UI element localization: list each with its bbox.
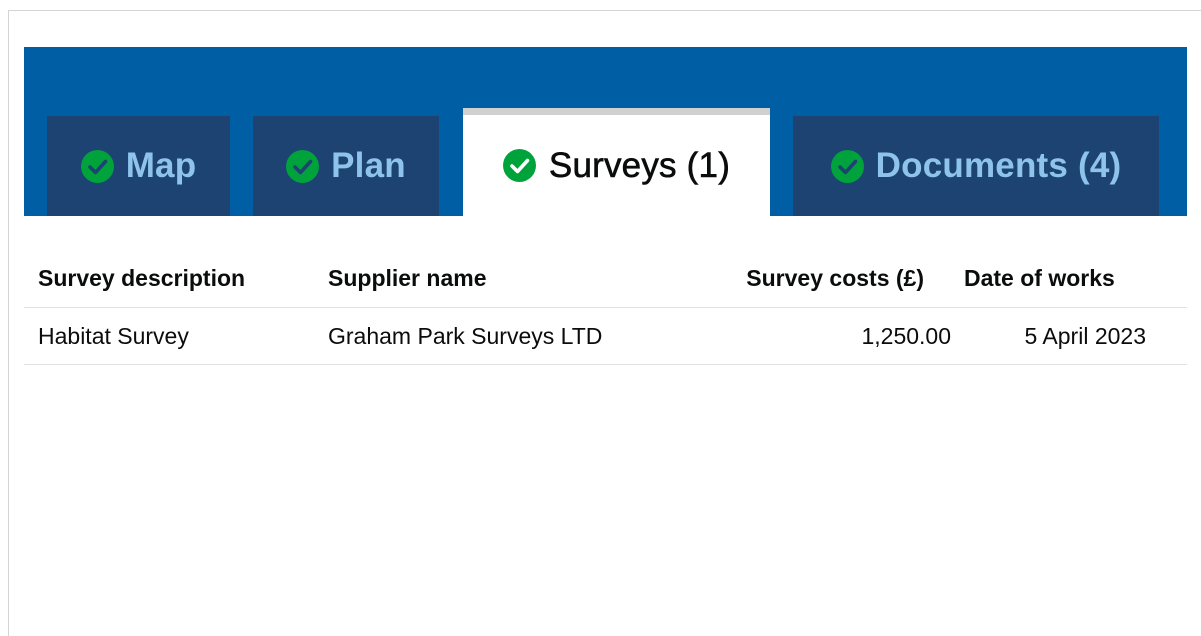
tab-label: Plan xyxy=(331,146,406,185)
tab-bar: Map Plan Surveys (1) Documents (4) xyxy=(24,47,1187,216)
tab-surveys[interactable]: Surveys (1) xyxy=(463,108,770,216)
tab-documents[interactable]: Documents (4) xyxy=(793,116,1159,216)
supplier-name-cell: Graham Park Surveys LTD xyxy=(328,307,678,365)
column-header-date-of-works: Date of works xyxy=(964,250,1187,308)
date-of-works-cell: 5 April 2023 xyxy=(964,307,1187,365)
tab-label: Documents (4) xyxy=(875,146,1122,185)
table-header-row: Survey description Supplier name Survey … xyxy=(24,250,1187,308)
check-circle-icon xyxy=(830,149,864,183)
tab-label: Map xyxy=(125,146,197,185)
survey-cost-cell: 1,250.00 xyxy=(678,307,964,365)
survey-description-cell: Habitat Survey xyxy=(24,307,328,365)
tab-map[interactable]: Map xyxy=(47,116,230,216)
column-header-survey-description: Survey description xyxy=(24,250,328,308)
tab-plan[interactable]: Plan xyxy=(253,116,439,216)
column-header-survey-costs: Survey costs (£) xyxy=(678,250,964,308)
table-row: Habitat Survey Graham Park Surveys LTD 1… xyxy=(24,307,1187,365)
column-header-supplier-name: Supplier name xyxy=(328,250,678,308)
check-circle-icon xyxy=(80,149,114,183)
tab-label: Surveys (1) xyxy=(548,145,731,185)
check-circle-icon xyxy=(286,149,320,183)
surveys-table: Survey description Supplier name Survey … xyxy=(24,250,1187,365)
check-circle-icon xyxy=(502,149,536,182)
